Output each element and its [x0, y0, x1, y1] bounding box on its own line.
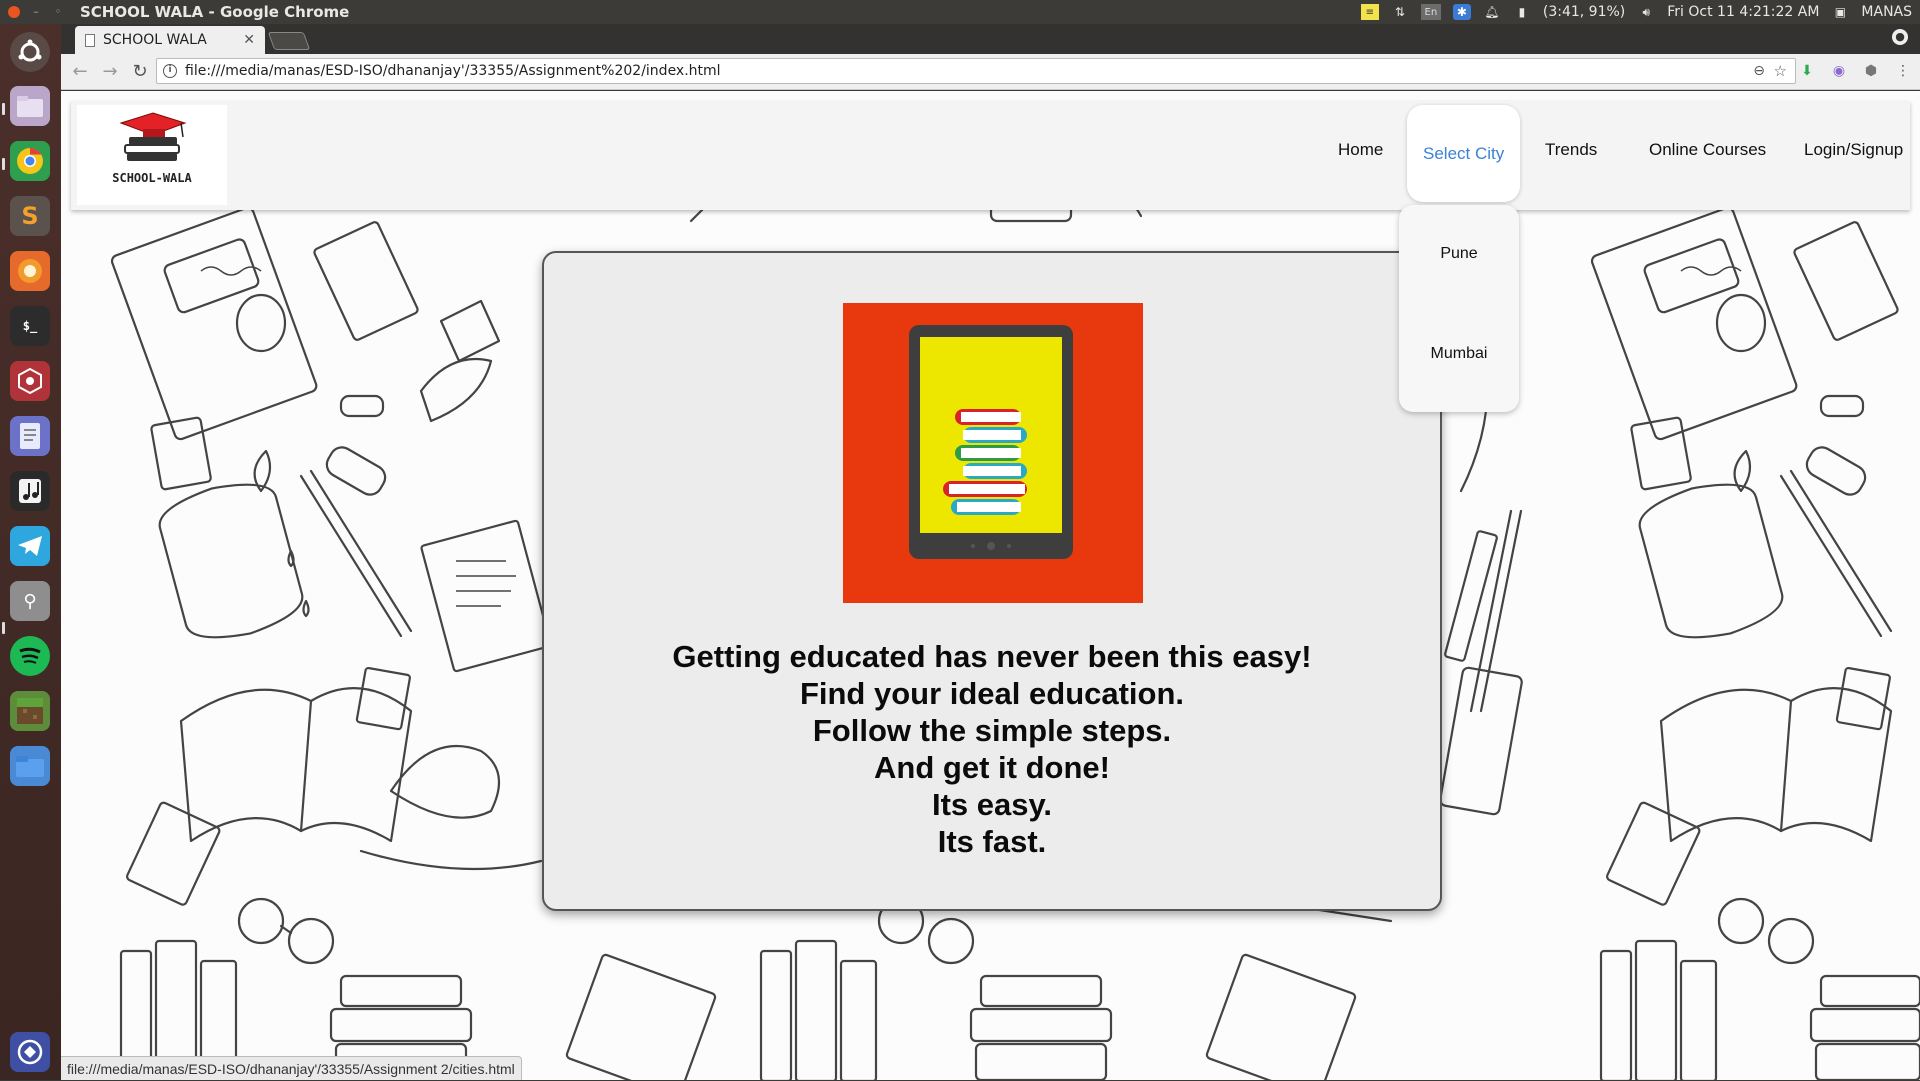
os-top-panel: – ◦ SCHOOL WALA - Google Chrome ≡ ⇅ En ✱…	[0, 0, 1920, 24]
maximize-window-button[interactable]: ◦	[52, 6, 64, 18]
tagline-line: Its easy.	[931, 787, 1053, 822]
forward-button[interactable]: →	[99, 61, 121, 82]
hero-image	[843, 303, 1143, 603]
nav-login-signup-link[interactable]: Login/Signup	[1804, 101, 1903, 199]
site-info-icon[interactable]: i	[163, 64, 177, 78]
tagline-line: Find your ideal education.	[799, 676, 1185, 711]
shield-extension-icon[interactable]: ⬢	[1862, 62, 1880, 80]
city-option-mumbai[interactable]: Mumbai	[1399, 345, 1519, 363]
browser-toolbar: ← → ↻ i file:///media/manas/ESD-ISO/dhan…	[61, 54, 1920, 90]
link-status-bar: file:///media/manas/ESD-ISO/dhananjay'/3…	[61, 1056, 522, 1080]
city-option-pune[interactable]: Pune	[1399, 245, 1519, 263]
extensions-area: ⬇ ◉ ⬢ ⋮	[1798, 62, 1912, 80]
bluetooth-icon[interactable]: ✱	[1452, 4, 1471, 20]
window-controls: – ◦	[0, 6, 80, 18]
tagline-line: Its fast.	[937, 824, 1047, 859]
trash-icon[interactable]	[10, 1032, 50, 1072]
unity-launcher: S $_ ⚲	[0, 24, 61, 1080]
sublime-text-icon[interactable]: S	[10, 196, 50, 236]
tablet-books-illustration	[909, 325, 1073, 559]
owl-extension-icon[interactable]: ◉	[1830, 62, 1848, 80]
files-icon[interactable]	[10, 86, 50, 126]
nav-home-link[interactable]: Home	[1338, 101, 1383, 199]
network-icon[interactable]: ⇅	[1391, 4, 1409, 20]
address-bar[interactable]: i file:///media/manas/ESD-ISO/dhananjay'…	[156, 58, 1796, 84]
text-editor-icon[interactable]	[10, 416, 50, 456]
address-url[interactable]: file:///media/manas/ESD-ISO/dhananjay'/3…	[185, 63, 721, 79]
nav-trends-link[interactable]: Trends	[1545, 101, 1597, 199]
new-tab-button[interactable]	[267, 32, 311, 50]
ubuntu-dash-icon[interactable]	[10, 32, 50, 72]
close-window-button[interactable]	[8, 6, 20, 18]
graduation-cap-books-icon	[119, 112, 187, 161]
keyboard-layout-indicator[interactable]: En	[1420, 4, 1441, 20]
volume-icon[interactable]: 🔊︎	[1637, 4, 1655, 20]
folder-icon[interactable]	[10, 746, 50, 786]
site-logo[interactable]: SCHOOL-WALA	[77, 105, 227, 205]
system-tray: ≡ ⇅ En ✱ 🔔︎ ▮ (3:41, 91%) 🔊︎ Fri Oct 11 …	[1360, 0, 1912, 24]
firefox-icon[interactable]	[10, 251, 50, 291]
notification-bell-icon[interactable]: 🔔︎	[1483, 4, 1501, 20]
tagline: Getting educated has never been this eas…	[544, 638, 1440, 860]
user-icon[interactable]: ▣	[1831, 4, 1849, 20]
tagline-line: And get it done!	[874, 750, 1110, 785]
window-title: SCHOOL WALA - Google Chrome	[80, 3, 350, 21]
reload-button[interactable]: ↻	[129, 61, 151, 82]
hero-card: Getting educated has never been this eas…	[542, 251, 1442, 911]
chrome-icon[interactable]	[10, 141, 50, 181]
minimize-window-button[interactable]: –	[30, 6, 42, 18]
city-dropdown: Pune Mumbai	[1399, 205, 1519, 412]
profile-icon[interactable]: ●	[1892, 29, 1908, 45]
battery-icon[interactable]: ▮	[1513, 4, 1531, 20]
terminal-icon[interactable]: $_	[10, 306, 50, 346]
logo-text: SCHOOL-WALA	[112, 171, 192, 185]
download-extension-icon[interactable]: ⬇	[1798, 62, 1816, 80]
battery-status[interactable]: (3:41, 91%)	[1543, 4, 1625, 20]
nav-select-city-link[interactable]: Select City	[1407, 105, 1521, 202]
bookmark-star-icon[interactable]: ☆	[1774, 62, 1787, 80]
notes-indicator-icon[interactable]: ≡	[1360, 4, 1379, 20]
close-tab-icon[interactable]: ✕	[243, 32, 255, 48]
page-viewport: SCHOOL-WALA Home Select City Trends Onli…	[61, 91, 1920, 1080]
page-favicon-icon	[85, 33, 95, 47]
browser-tab-bar: SCHOOL WALA ✕ ●	[61, 24, 1920, 54]
robomongo-icon[interactable]	[10, 361, 50, 401]
telegram-icon[interactable]	[10, 526, 50, 566]
zoom-icon[interactable]: ⊖	[1753, 63, 1765, 79]
usb-drive-icon[interactable]: ⚲	[10, 581, 50, 621]
clock[interactable]: Fri Oct 11 4:21:22 AM	[1667, 4, 1819, 20]
tagline-line: Getting educated has never been this eas…	[672, 639, 1312, 674]
minecraft-icon[interactable]	[10, 691, 50, 731]
site-navbar: SCHOOL-WALA Home Select City Trends Onli…	[71, 101, 1910, 210]
tab-title: SCHOOL WALA	[103, 32, 207, 48]
music-player-icon[interactable]	[10, 471, 50, 511]
user-name[interactable]: MANAS	[1861, 4, 1912, 20]
browser-tab[interactable]: SCHOOL WALA ✕	[75, 26, 265, 54]
tagline-line: Follow the simple steps.	[812, 713, 1172, 748]
back-button[interactable]: ←	[69, 61, 91, 82]
chrome-menu-icon[interactable]: ⋮	[1894, 62, 1912, 80]
spotify-icon[interactable]	[10, 636, 50, 676]
nav-online-courses-link[interactable]: Online Courses	[1649, 101, 1766, 199]
